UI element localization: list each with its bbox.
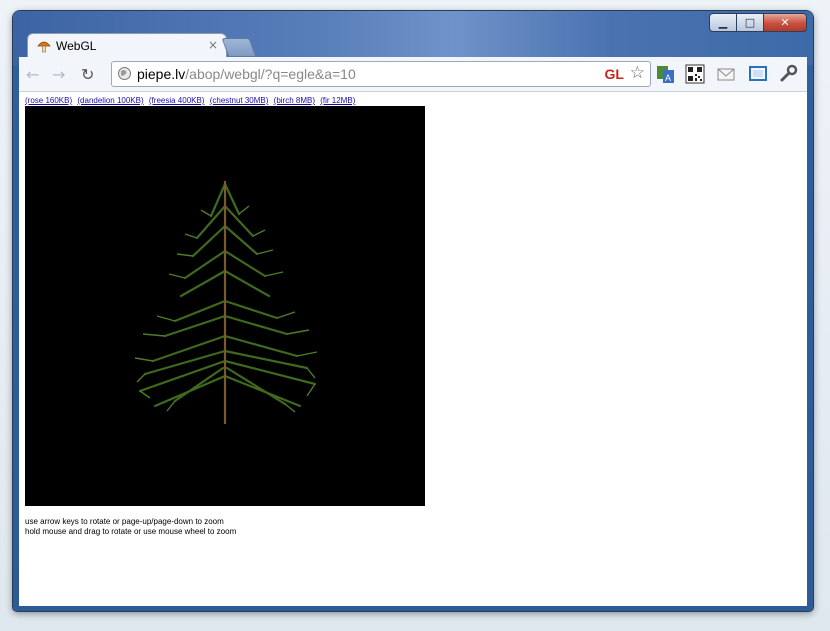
help-line-mouse: hold mouse and drag to rotate or use mou… [25,527,237,536]
help-text: use arrow keys to rotate or page-up/page… [25,517,236,537]
browser-window: ▁ □ ✕ WebGL × ← → ↻ piepe.lv/abop/webgl/… [13,11,813,611]
model-link-birch[interactable]: (birch 8MB) [274,96,315,105]
fullscreen-icon[interactable] [748,64,768,84]
globe-icon [117,66,132,86]
mail-icon[interactable] [716,64,736,84]
url-text: piepe.lv/abop/webgl/?q=egle&a=10 [137,66,356,82]
page-content: (rose 160KB) (dandelion 100KB) (freesia … [19,92,807,606]
gl-badge-icon[interactable]: GL [605,66,624,82]
wrench-icon[interactable] [779,64,799,84]
model-link-freesia[interactable]: (freesia 400KB) [149,96,205,105]
tab-title: WebGL [56,39,97,53]
back-button[interactable]: ← [26,65,39,84]
bookmark-star-icon[interactable]: ☆ [630,63,645,83]
reload-button[interactable]: ↻ [81,65,94,84]
close-window-button[interactable]: ✕ [764,13,807,32]
caption-buttons: ▁ □ ✕ [709,13,807,32]
model-link-rose[interactable]: (rose 160KB) [25,96,72,105]
mushroom-icon [37,39,51,58]
toolbar: ← → ↻ piepe.lv/abop/webgl/?q=egle&a=10 G… [19,57,807,92]
model-links: (rose 160KB) (dandelion 100KB) (freesia … [25,96,358,105]
help-line-keys: use arrow keys to rotate or page-up/page… [25,517,224,526]
close-tab-icon[interactable]: × [208,38,218,52]
forward-button[interactable]: → [52,65,65,84]
minimize-button[interactable]: ▁ [709,13,737,32]
maximize-button[interactable]: □ [737,13,764,32]
model-link-dandelion[interactable]: (dandelion 100KB) [77,96,143,105]
svg-text:A: A [665,73,671,83]
qr-code-icon[interactable] [685,64,705,84]
url-host: piepe.lv [137,66,186,82]
tab-webgl[interactable]: WebGL × [27,33,227,58]
model-link-chestnut[interactable]: (chestnut 30MB) [210,96,269,105]
translate-icon[interactable]: A [655,64,675,84]
model-link-fir[interactable]: (fir 12MB) [320,96,355,105]
url-path: /abop/webgl/?q=egle&a=10 [185,66,356,82]
webgl-canvas[interactable] [25,106,425,506]
fir-tree-render [134,181,318,424]
address-bar[interactable]: piepe.lv/abop/webgl/?q=egle&a=10 GL ☆ [111,61,651,87]
